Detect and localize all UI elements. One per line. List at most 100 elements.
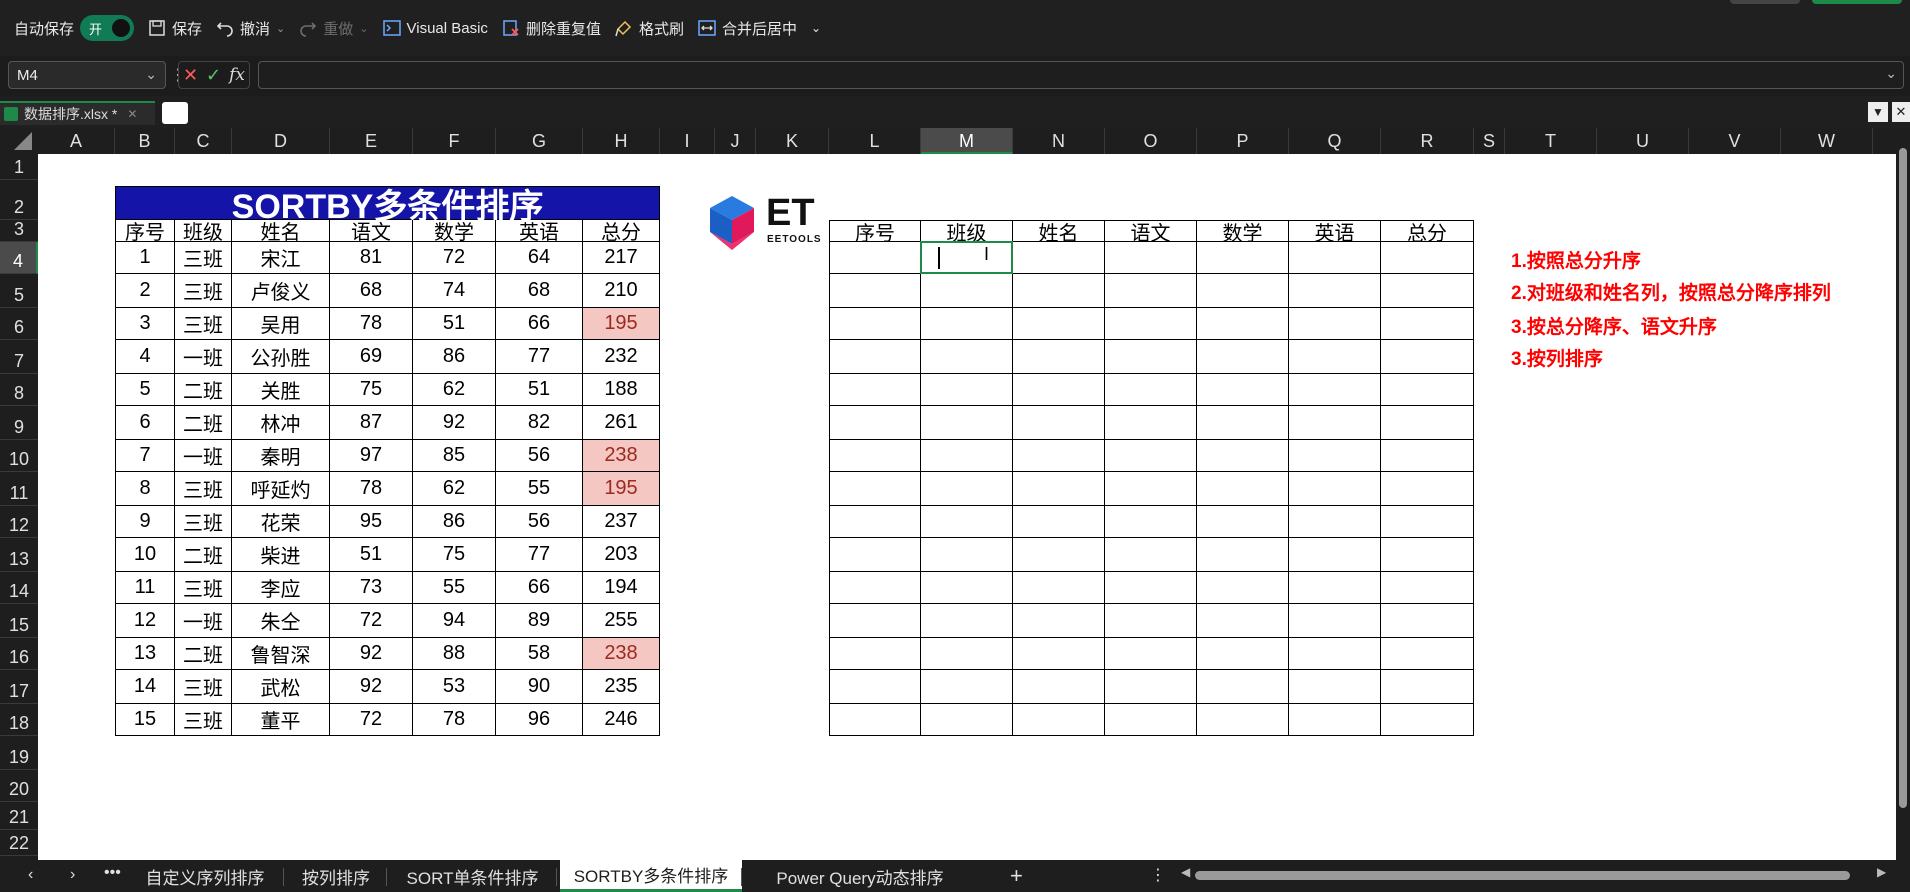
- merge-center-button[interactable]: 合并后居中: [698, 18, 797, 39]
- data-cell[interactable]: 58: [496, 638, 583, 670]
- row-header-18[interactable]: 18: [0, 704, 38, 736]
- result-cell[interactable]: [1289, 308, 1381, 340]
- result-cell[interactable]: [1105, 242, 1197, 274]
- data-cell[interactable]: 92: [330, 670, 413, 704]
- column-header-t[interactable]: T: [1505, 128, 1597, 154]
- result-cell[interactable]: [1105, 274, 1197, 308]
- data-cell[interactable]: 86: [413, 506, 496, 538]
- result-cell[interactable]: [1013, 670, 1105, 704]
- result-cell[interactable]: [1105, 506, 1197, 538]
- data-cell[interactable]: 78: [413, 704, 496, 736]
- close-window-icon[interactable]: ✕: [1892, 102, 1910, 122]
- data-cell[interactable]: 柴进: [232, 538, 330, 572]
- result-cell[interactable]: [1381, 440, 1474, 472]
- result-cell[interactable]: [1289, 374, 1381, 406]
- window-control-gray[interactable]: [1730, 0, 1800, 4]
- result-cell[interactable]: [921, 506, 1013, 538]
- sheet-tab[interactable]: 自定义序列排序: [130, 860, 280, 892]
- data-cell[interactable]: 88: [413, 638, 496, 670]
- data-cell[interactable]: 二班: [175, 374, 232, 406]
- result-cell[interactable]: [1197, 472, 1289, 506]
- add-sheet-icon[interactable]: +: [1010, 863, 1023, 889]
- data-cell[interactable]: 77: [496, 538, 583, 572]
- result-cell[interactable]: [829, 274, 921, 308]
- result-cell[interactable]: [1105, 704, 1197, 736]
- data-cell[interactable]: 72: [413, 242, 496, 274]
- active-cell[interactable]: I: [920, 241, 1013, 274]
- data-cell[interactable]: 10: [115, 538, 175, 572]
- row-header-8[interactable]: 8: [0, 374, 38, 406]
- row-header-4[interactable]: 4: [0, 242, 38, 274]
- result-cell[interactable]: [1289, 340, 1381, 374]
- data-cell[interactable]: 朱仝: [232, 604, 330, 638]
- result-cell[interactable]: [1197, 406, 1289, 440]
- result-cell[interactable]: [1013, 704, 1105, 736]
- data-cell[interactable]: 三班: [175, 472, 232, 506]
- data-cell[interactable]: 89: [496, 604, 583, 638]
- result-cell[interactable]: [921, 406, 1013, 440]
- result-cell[interactable]: [921, 538, 1013, 572]
- data-cell[interactable]: 董平: [232, 704, 330, 736]
- result-cell[interactable]: [1289, 406, 1381, 440]
- result-cell[interactable]: [1013, 472, 1105, 506]
- remove-duplicates-button[interactable]: 删除重复值: [502, 18, 601, 39]
- data-cell[interactable]: 三班: [175, 274, 232, 308]
- result-cell[interactable]: [829, 374, 921, 406]
- data-cell[interactable]: 195: [583, 308, 660, 340]
- data-cell[interactable]: 林冲: [232, 406, 330, 440]
- result-cell[interactable]: [1013, 274, 1105, 308]
- result-cell[interactable]: [921, 472, 1013, 506]
- result-cell[interactable]: [921, 374, 1013, 406]
- result-cell[interactable]: [921, 670, 1013, 704]
- expand-formula-icon[interactable]: ⌄: [1885, 65, 1897, 82]
- result-cell[interactable]: [829, 538, 921, 572]
- cancel-icon[interactable]: ✕: [183, 65, 198, 86]
- data-cell[interactable]: 87: [330, 406, 413, 440]
- result-cell[interactable]: [1105, 638, 1197, 670]
- data-cell[interactable]: 一班: [175, 440, 232, 472]
- data-cell[interactable]: 238: [583, 638, 660, 670]
- data-cell[interactable]: 三班: [175, 670, 232, 704]
- result-cell[interactable]: [1289, 572, 1381, 604]
- result-cell[interactable]: [1289, 670, 1381, 704]
- data-cell[interactable]: 武松: [232, 670, 330, 704]
- redo-button[interactable]: 重做 ⌄: [299, 18, 369, 39]
- column-header-q[interactable]: Q: [1289, 128, 1381, 154]
- column-header-a[interactable]: A: [38, 128, 115, 154]
- row-header-15[interactable]: 15: [0, 604, 38, 638]
- data-cell[interactable]: 77: [496, 340, 583, 374]
- data-cell[interactable]: 73: [330, 572, 413, 604]
- result-cell[interactable]: [1197, 704, 1289, 736]
- data-cell[interactable]: 53: [413, 670, 496, 704]
- data-cell[interactable]: 261: [583, 406, 660, 440]
- result-cell[interactable]: [829, 440, 921, 472]
- row-header-2[interactable]: 2: [0, 180, 38, 220]
- data-cell[interactable]: 203: [583, 538, 660, 572]
- row-header-21[interactable]: 21: [0, 802, 38, 830]
- result-cell[interactable]: [1381, 472, 1474, 506]
- result-cell[interactable]: [1105, 572, 1197, 604]
- result-cell[interactable]: [921, 638, 1013, 670]
- data-cell[interactable]: 82: [496, 406, 583, 440]
- autosave-control[interactable]: 自动保存 开: [14, 15, 135, 41]
- result-cell[interactable]: [1381, 572, 1474, 604]
- column-header-s[interactable]: S: [1474, 128, 1505, 154]
- row-header-3[interactable]: 3: [0, 219, 38, 242]
- data-cell[interactable]: 鲁智深: [232, 638, 330, 670]
- result-cell[interactable]: [829, 670, 921, 704]
- result-cell[interactable]: [1381, 242, 1474, 274]
- tab-options-icon[interactable]: ⋮: [1150, 865, 1166, 885]
- data-cell[interactable]: 246: [583, 704, 660, 736]
- result-cell[interactable]: [1197, 572, 1289, 604]
- result-cell[interactable]: [921, 340, 1013, 374]
- result-cell[interactable]: [1381, 406, 1474, 440]
- row-header-20[interactable]: 20: [0, 770, 38, 802]
- confirm-icon[interactable]: ✓: [206, 65, 221, 86]
- sheet-tab[interactable]: SORT单条件排序: [390, 860, 555, 892]
- horizontal-scroll-thumb[interactable]: [1195, 871, 1850, 880]
- data-cell[interactable]: 194: [583, 572, 660, 604]
- result-cell[interactable]: [1197, 242, 1289, 274]
- undo-button[interactable]: 撤消 ⌄: [216, 18, 285, 39]
- result-cell[interactable]: [1105, 670, 1197, 704]
- result-cell[interactable]: [1013, 572, 1105, 604]
